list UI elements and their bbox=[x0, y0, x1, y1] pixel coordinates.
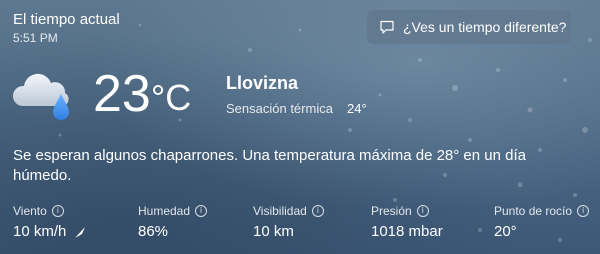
stat-label: Humedad bbox=[138, 204, 191, 218]
stat-value: 86% bbox=[138, 223, 169, 240]
stat-value: 10 km/h bbox=[13, 223, 67, 240]
info-icon[interactable]: i bbox=[311, 205, 324, 217]
stat-label: Punto de rocío bbox=[494, 204, 573, 218]
stat-wind: Viento i 10 km/h bbox=[13, 204, 88, 240]
forecast-summary: Se esperan algunos chaparrones. Una temp… bbox=[13, 147, 526, 184]
temperature-unit: °C bbox=[150, 77, 192, 118]
feels-like-value: 24° bbox=[347, 101, 367, 116]
info-icon[interactable]: i bbox=[577, 205, 590, 217]
current-temperature: 23°C bbox=[93, 64, 191, 124]
info-icon[interactable]: i bbox=[416, 205, 429, 217]
stat-humidity: Humedad i 86% bbox=[138, 204, 208, 240]
info-icon[interactable]: i bbox=[51, 205, 64, 217]
widget-title: El tiempo actual bbox=[13, 11, 120, 28]
stat-dew-point: Punto de rocío i 20° bbox=[494, 204, 590, 240]
wind-direction-arrow-icon bbox=[75, 226, 86, 238]
stat-label: Presión bbox=[371, 204, 412, 218]
info-icon[interactable]: i bbox=[195, 205, 208, 217]
stat-visibility: Visibilidad i 10 km bbox=[253, 204, 324, 240]
different-weather-label: ¿Ves un tiempo diferente? bbox=[403, 19, 567, 35]
stat-value: 10 km bbox=[253, 223, 294, 240]
different-weather-button[interactable]: ¿Ves un tiempo diferente? bbox=[367, 10, 571, 44]
stat-value: 20° bbox=[494, 223, 517, 240]
feedback-chat-icon bbox=[380, 20, 394, 34]
feels-like-label: Sensación térmica bbox=[226, 101, 333, 116]
stat-label: Viento bbox=[13, 204, 47, 218]
stat-pressure: Presión i 1018 mbar bbox=[371, 204, 443, 240]
cloud-rain-icon bbox=[12, 73, 69, 120]
temperature-value: 23 bbox=[93, 65, 151, 123]
stat-value: 1018 mbar bbox=[371, 223, 443, 240]
stat-label: Visibilidad bbox=[253, 204, 307, 218]
weather-condition: Llovizna bbox=[226, 73, 299, 93]
update-time: 5:51 PM bbox=[13, 31, 58, 45]
